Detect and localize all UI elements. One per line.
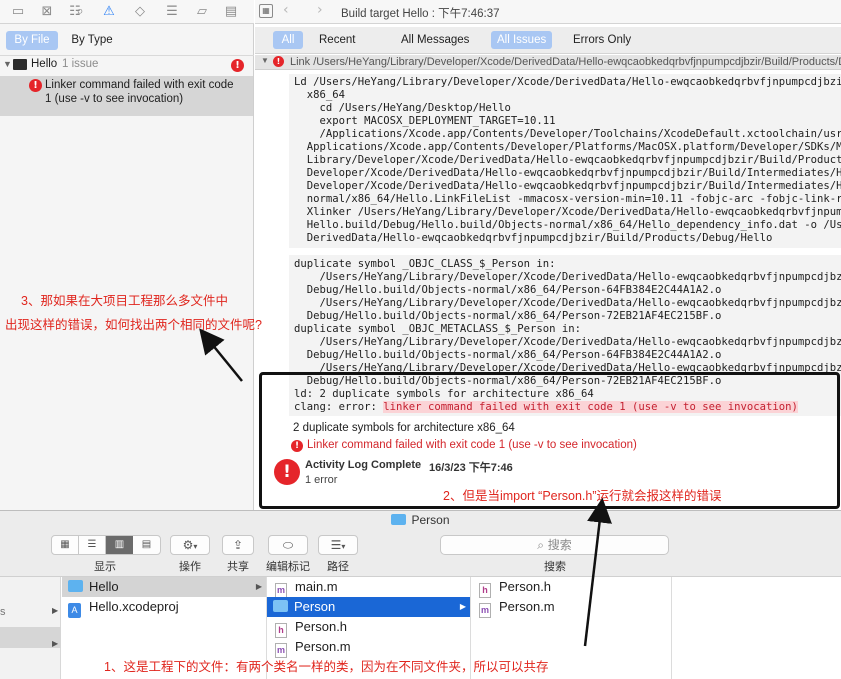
arrow-to-note3 [199,328,243,382]
arrow-to-frame [583,497,612,647]
annotation-arrows [199,328,612,647]
